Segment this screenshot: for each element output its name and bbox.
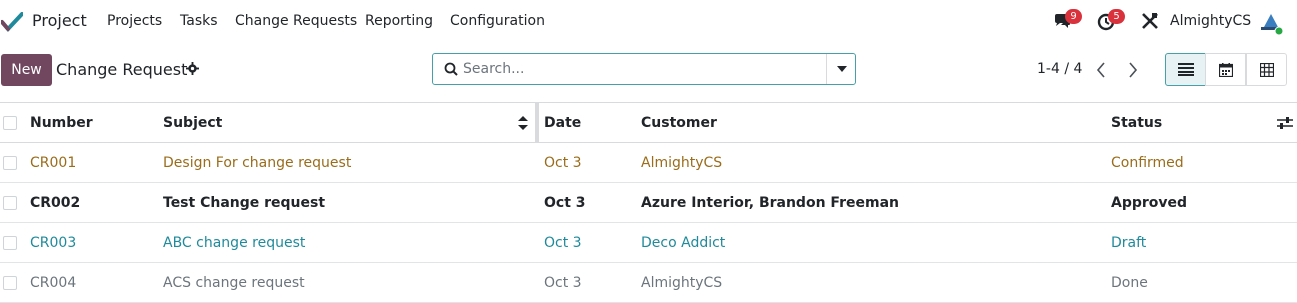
row-select-cell — [0, 143, 18, 182]
cell-customer: AlmightyCS — [641, 274, 723, 291]
chevron-right-icon — [1129, 62, 1138, 78]
cell-status: Done — [1111, 274, 1148, 291]
company-switcher[interactable]: AlmightyCS — [1170, 13, 1251, 29]
menu-tasks[interactable]: Tasks — [180, 13, 218, 29]
row-select-cell — [0, 223, 18, 262]
row-select-cell — [0, 263, 18, 302]
tools-icon[interactable] — [1140, 11, 1160, 31]
list-view-button[interactable] — [1165, 53, 1206, 86]
select-all-cell — [0, 103, 18, 142]
select-all-checkbox[interactable] — [3, 115, 17, 130]
avatar[interactable] — [1259, 11, 1283, 35]
row-select-cell — [0, 183, 18, 222]
pager-value[interactable]: 1-4 / 4 — [1037, 61, 1082, 77]
row-checkbox[interactable] — [3, 155, 17, 170]
table-row[interactable]: CR001 Design For change request Oct 3 Al… — [0, 143, 1297, 183]
cell-status: Draft — [1111, 234, 1147, 251]
gear-icon[interactable] — [186, 62, 199, 75]
cell-number: CR001 — [30, 154, 77, 171]
chevron-left-icon — [1096, 62, 1105, 78]
search-input[interactable] — [463, 58, 823, 80]
row-checkbox[interactable] — [3, 275, 17, 290]
menu-reporting[interactable]: Reporting — [365, 13, 433, 29]
column-header-subject[interactable]: Subject — [163, 103, 222, 142]
change-request-list: Number Subject Date Customer Status CR00… — [0, 102, 1297, 303]
app-name[interactable]: Project — [32, 11, 87, 30]
table-row[interactable]: CR002 Test Change request Oct 3 Azure In… — [0, 183, 1297, 223]
column-header-date[interactable]: Date — [544, 103, 581, 142]
cell-status: Approved — [1111, 194, 1188, 211]
cell-subject: ABC change request — [163, 234, 306, 251]
cell-status: Confirmed — [1111, 154, 1184, 171]
list-icon — [1177, 63, 1194, 76]
page-title: Change Request — [56, 60, 188, 79]
column-header-number[interactable]: Number — [30, 103, 93, 142]
menu-projects[interactable]: Projects — [107, 13, 162, 29]
cell-subject: ACS change request — [163, 274, 305, 291]
row-checkbox[interactable] — [3, 235, 17, 250]
calendar-view-button[interactable] — [1205, 53, 1246, 86]
top-navbar: Project Projects Tasks Change Requests R… — [0, 0, 1297, 44]
cell-number: CR004 — [30, 274, 77, 291]
column-header-customer[interactable]: Customer — [641, 103, 717, 142]
pager-next-button[interactable] — [1117, 54, 1149, 86]
cell-customer: AlmightyCS — [641, 154, 723, 171]
column-header-status[interactable]: Status — [1111, 103, 1162, 142]
pivot-view-button[interactable] — [1246, 53, 1287, 86]
menu-configuration[interactable]: Configuration — [450, 13, 545, 29]
search-icon — [444, 62, 458, 76]
cell-customer: Azure Interior, Brandon Freeman — [641, 194, 899, 211]
cell-date: Oct 3 — [544, 194, 586, 211]
cell-date: Oct 3 — [544, 234, 582, 251]
cell-date: Oct 3 — [544, 274, 582, 291]
sort-icon[interactable] — [518, 116, 528, 130]
cell-date: Oct 3 — [544, 154, 582, 171]
table-row[interactable]: CR004 ACS change request Oct 3 AlmightyC… — [0, 263, 1297, 303]
table-header: Number Subject Date Customer Status — [0, 102, 1297, 143]
new-button[interactable]: New — [1, 54, 52, 86]
column-resize-handle[interactable] — [535, 103, 539, 143]
cell-customer: Deco Addict — [641, 234, 726, 251]
activities-count-badge: 5 — [1108, 9, 1125, 24]
cell-number: CR003 — [30, 234, 77, 251]
search-options-toggle[interactable] — [827, 54, 856, 84]
cell-subject: Test Change request — [163, 194, 326, 211]
cell-subject: Design For change request — [163, 154, 352, 171]
menu-change-requests[interactable]: Change Requests — [235, 13, 357, 29]
search-bar — [432, 53, 856, 85]
pager-previous-button[interactable] — [1085, 54, 1117, 86]
messages-count-badge: 9 — [1065, 9, 1082, 24]
calendar-icon — [1218, 62, 1233, 77]
pivot-table-icon — [1259, 62, 1274, 77]
project-app-icon[interactable] — [1, 12, 23, 32]
row-checkbox[interactable] — [3, 195, 17, 210]
optional-columns-icon[interactable] — [1277, 116, 1293, 130]
table-row[interactable]: CR003 ABC change request Oct 3 Deco Addi… — [0, 223, 1297, 263]
cell-number: CR002 — [30, 194, 81, 211]
caret-down-icon — [836, 66, 847, 72]
